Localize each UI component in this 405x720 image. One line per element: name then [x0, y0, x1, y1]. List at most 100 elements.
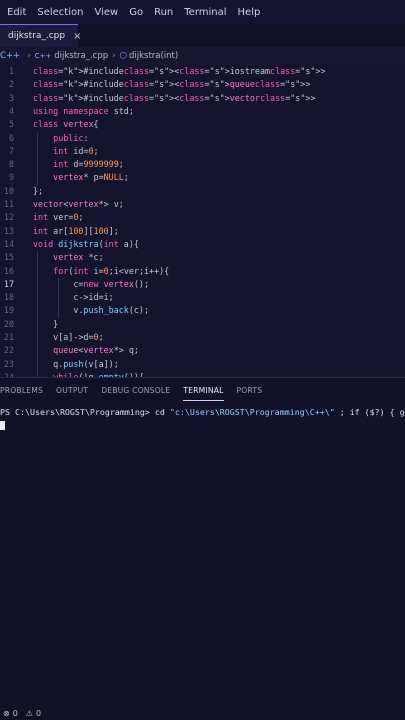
indent-guide: [58, 277, 59, 318]
tab-problems[interactable]: PROBLEMS: [0, 386, 43, 395]
code-line[interactable]: 14 void dijkstra(int a){: [0, 238, 405, 251]
code-line[interactable]: 22 queue<vertex*> q;: [0, 344, 405, 357]
tab-ports[interactable]: PORTS: [237, 386, 263, 395]
cpp-file-icon: C++: [0, 51, 21, 61]
line-number: 17: [3, 278, 14, 289]
tab-debug-console[interactable]: DEBUG CONSOLE: [101, 386, 170, 395]
code-text: c->id=i;: [33, 292, 114, 303]
code-line[interactable]: 19 v.push_back(c);: [0, 304, 405, 317]
code-line[interactable]: 4 using namespace std;: [0, 105, 405, 118]
code-line[interactable]: 2 class="k">#includeclass="s"><class="s">…: [0, 78, 405, 91]
panel-tabs: PROBLEMS OUTPUT DEBUG CONSOLE TERMINAL P…: [0, 377, 405, 402]
code-line[interactable]: 16 for(int i=0;i<ver;i++){: [0, 265, 405, 278]
terminal-prompt: PS C:\Users\ROGST\Programming>: [0, 407, 155, 417]
menu-selection[interactable]: Selection: [37, 7, 83, 18]
tab-terminal[interactable]: TERMINAL: [183, 386, 224, 401]
code-line[interactable]: 20 }: [0, 318, 405, 331]
error-count[interactable]: 0: [13, 709, 18, 718]
code-line[interactable]: 17 c=new vertex();: [0, 278, 405, 291]
line-number: 12: [3, 212, 14, 223]
menu-bar: Edit Selection View Go Run Terminal Help: [0, 0, 405, 24]
code-text: class="k">#includeclass="s"><class="s">v…: [33, 92, 316, 103]
line-number: 3: [8, 92, 14, 103]
code-text: vector<vertex*> v;: [33, 199, 124, 209]
menu-run[interactable]: Run: [154, 7, 173, 18]
code-text: int ar[100][100];: [33, 225, 119, 236]
code-line[interactable]: 15 vertex *c;: [0, 251, 405, 264]
line-number: 20: [3, 318, 14, 329]
line-number: 18: [3, 292, 14, 303]
code-text: vertex* p=NULL;: [53, 172, 129, 183]
code-line[interactable]: 21 v[a]->d=0;: [0, 331, 405, 344]
menu-view[interactable]: View: [94, 7, 118, 18]
code-text: };: [33, 185, 44, 196]
breadcrumb-separator: ›: [27, 51, 31, 61]
code-line[interactable]: 8 int d=9999999;: [0, 158, 405, 171]
status-bar: ⊗ 0 ⚠ 0: [0, 706, 405, 720]
terminal-cursor: [0, 421, 5, 430]
line-number: 8: [8, 159, 14, 170]
close-icon[interactable]: ×: [73, 31, 81, 42]
code-text: int d=9999999;: [53, 159, 124, 170]
editor-tab-bar: dijkstra_.cpp ×: [0, 24, 405, 47]
code-line[interactable]: 10};: [0, 185, 405, 198]
code-text: class="k">#includeclass="s"><class="s">q…: [33, 79, 311, 90]
code-text: void dijkstra(int a){: [33, 238, 139, 249]
code-line[interactable]: 18 c->id=i;: [0, 291, 405, 304]
code-line[interactable]: 1 class="k">#includeclass="s"><class="s">…: [0, 65, 405, 78]
tab-label: dijkstra_.cpp: [8, 31, 66, 41]
indent-guide: [37, 251, 38, 377]
line-number: 6: [8, 132, 14, 143]
line-number: 23: [3, 358, 14, 369]
line-number: 15: [3, 252, 14, 263]
code-text: using namespace std;: [33, 105, 134, 116]
code-line[interactable]: 6 public:: [0, 132, 405, 145]
warning-count[interactable]: 0: [36, 709, 41, 718]
code-text: class="k">#includeclass="s"><class="s">i…: [33, 66, 326, 76]
code-text: for(int i=0;i<ver;i++){: [53, 265, 170, 276]
menu-terminal[interactable]: Terminal: [184, 7, 226, 18]
tab-dijkstra[interactable]: dijkstra_.cpp ×: [0, 24, 81, 47]
code-line[interactable]: 3 class="k">#includeclass="s"><class="s">…: [0, 92, 405, 105]
code-text: public:: [53, 132, 89, 143]
menu-edit[interactable]: Edit: [7, 7, 26, 18]
line-number: 16: [3, 265, 14, 276]
code-line[interactable]: 11 vector<vertex*> v;: [0, 198, 405, 211]
code-text: int ver=0;: [33, 212, 84, 223]
terminal[interactable]: PS C:\Users\ROGST\Programming> cd "c:\Us…: [0, 401, 405, 706]
breadcrumb-symbol[interactable]: dijkstra(int): [129, 51, 178, 61]
warning-icon[interactable]: ⚠: [26, 709, 33, 718]
code-line[interactable]: 5 class vertex{: [0, 118, 405, 131]
code-line[interactable]: 7 int id=0;: [0, 145, 405, 158]
code-text: queue<vertex*> q;: [53, 345, 139, 356]
code-line[interactable]: 9 vertex* p=NULL;: [0, 171, 405, 184]
line-number: 2: [8, 79, 14, 90]
menu-go[interactable]: Go: [129, 7, 143, 18]
code-text: class vertex{: [33, 119, 99, 130]
tab-output[interactable]: OUTPUT: [56, 386, 88, 395]
line-number: 11: [3, 199, 14, 209]
error-icon[interactable]: ⊗: [3, 709, 10, 718]
line-number: 14: [3, 238, 14, 249]
code-line[interactable]: 13 int ar[100][100];: [0, 225, 405, 238]
line-number: 13: [3, 225, 14, 236]
code-line[interactable]: 23 q.push(v[a]);: [0, 358, 405, 371]
line-number: 1: [8, 66, 14, 76]
line-number: 19: [3, 305, 14, 316]
line-number: 5: [8, 119, 14, 130]
code-editor[interactable]: 1 class="k">#includeclass="s"><class="s">…: [0, 65, 405, 377]
code-text: v[a]->d=0;: [33, 332, 104, 342]
code-text: q.push(v[a]);: [33, 358, 119, 369]
line-number: 22: [3, 345, 14, 356]
line-number: 7: [8, 145, 14, 156]
breadcrumb-file[interactable]: dijkstra_.cpp: [54, 51, 108, 61]
code-text: v.push_back(c);: [73, 305, 149, 316]
terminal-rest: ; if ($?) { g++: [339, 407, 405, 417]
line-number: 21: [3, 332, 14, 342]
breadcrumb: C++ › C++ dijkstra_.cpp › ⬡ dijkstra(int…: [0, 47, 405, 65]
code-line[interactable]: 12 int ver=0;: [0, 211, 405, 224]
terminal-command-line: PS C:\Users\ROGST\Programming> cd "c:\Us…: [0, 407, 405, 417]
code-text: vertex *c;: [53, 252, 104, 263]
line-number: 9: [8, 172, 14, 183]
menu-help[interactable]: Help: [238, 7, 261, 18]
